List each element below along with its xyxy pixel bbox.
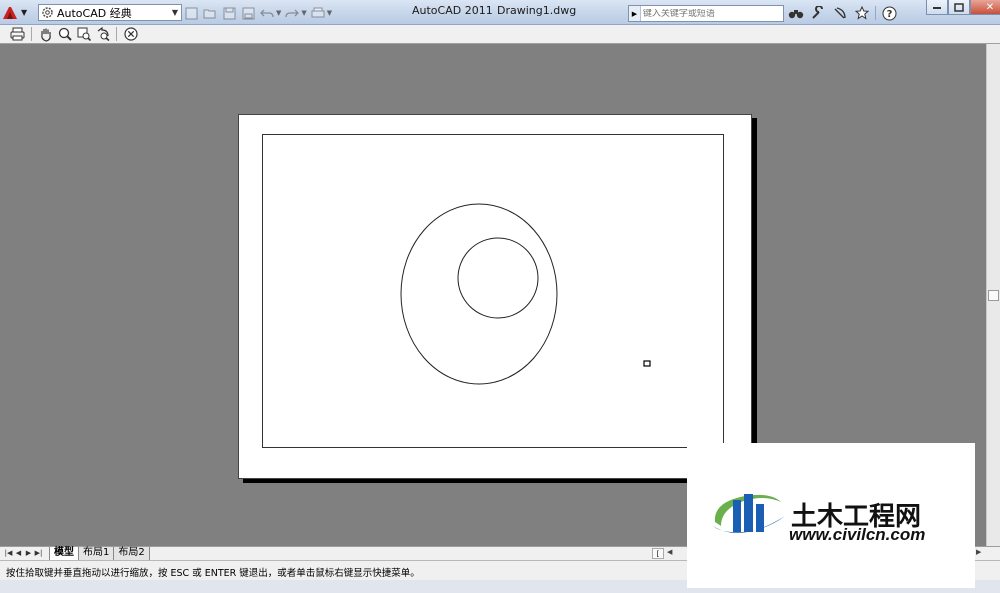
tab-navigation: |◀ ◀ ▶ ▶| [4, 548, 43, 558]
redo-icon[interactable] [284, 6, 300, 21]
search-input[interactable] [640, 8, 783, 19]
tab-model[interactable]: 模型 [49, 547, 79, 561]
scroll-right-icon[interactable]: ▶ [976, 548, 981, 556]
print-icon[interactable] [9, 26, 26, 42]
app-name: AutoCAD 2011 [412, 4, 493, 17]
chevron-down-icon[interactable]: ▼ [301, 9, 306, 17]
save-icon[interactable] [221, 6, 237, 21]
satellite-icon[interactable] [831, 4, 849, 22]
svg-text:?: ? [886, 9, 892, 20]
prev-tab-icon[interactable]: ◀ [14, 548, 23, 558]
scroll-thumb[interactable] [988, 290, 999, 301]
open-icon[interactable] [202, 6, 218, 21]
layout-tabs: 模型 布局1 布局2 [49, 547, 150, 561]
zoom-original-icon[interactable] [94, 26, 111, 42]
next-tab-icon[interactable]: ▶ [24, 548, 33, 558]
save-as-icon[interactable] [240, 6, 256, 21]
scroll-left-icon[interactable]: ◀ [667, 548, 672, 556]
zoom-icon[interactable] [56, 26, 73, 42]
chevron-down-icon[interactable]: ▼ [327, 9, 332, 17]
autocad-logo-icon [2, 5, 18, 21]
pan-icon[interactable] [37, 26, 54, 42]
file-name: Drawing1.dwg [497, 4, 577, 17]
undo-icon[interactable] [259, 6, 275, 21]
workspace-switcher[interactable]: AutoCAD 经典 ▼ [38, 4, 182, 21]
new-icon[interactable] [183, 6, 199, 21]
close-button[interactable]: ✕ [970, 0, 1000, 15]
wrench-icon[interactable] [809, 4, 827, 22]
civilcn-logo-icon [713, 494, 785, 534]
title-bar: ▼ AutoCAD 经典 ▼ ▼ ▼ ▼ AutoCAD 2011 Drawin… [0, 0, 1000, 25]
close-preview-icon[interactable] [122, 26, 139, 42]
horizontal-scroll-handle[interactable]: [ [652, 548, 664, 559]
plot-icon[interactable] [310, 6, 326, 21]
minimize-button[interactable] [926, 0, 948, 15]
quick-access-toolbar: ▼ ▼ ▼ [183, 5, 332, 21]
watermark-url: www.civilcn.com [789, 525, 926, 544]
printable-area [262, 134, 724, 448]
zoom-window-icon[interactable] [75, 26, 92, 42]
status-message: 按住拾取键并垂直拖动以进行缩放，按 ESC 或 ENTER 键退出，或者单击鼠标… [6, 568, 420, 579]
watermark: 土木工程网 www.civilcn.com [687, 443, 975, 588]
help-icon[interactable]: ? [880, 4, 898, 22]
window-controls: ✕ [926, 0, 1000, 15]
binoculars-icon[interactable] [787, 4, 805, 22]
chevron-right-icon[interactable]: ▶ [629, 6, 641, 21]
workspace-label: AutoCAD 经典 [57, 6, 132, 20]
preview-toolbar [0, 25, 1000, 44]
star-icon[interactable] [853, 4, 871, 22]
gear-icon [41, 6, 55, 20]
tab-layout1[interactable]: 布局1 [78, 547, 115, 561]
help-toolbar: ? [787, 4, 898, 22]
last-tab-icon[interactable]: ▶| [34, 548, 43, 558]
chevron-down-icon[interactable]: ▼ [276, 9, 281, 17]
chevron-down-icon: ▼ [171, 8, 178, 17]
application-menu-button[interactable]: ▼ [2, 3, 34, 22]
info-center-search: ▶ [628, 5, 784, 22]
first-tab-icon[interactable]: |◀ [4, 548, 13, 558]
restore-button[interactable] [948, 0, 970, 15]
vertical-scrollbar[interactable] [986, 44, 1000, 546]
chevron-down-icon: ▼ [21, 8, 28, 17]
tab-layout2[interactable]: 布局2 [113, 547, 150, 561]
